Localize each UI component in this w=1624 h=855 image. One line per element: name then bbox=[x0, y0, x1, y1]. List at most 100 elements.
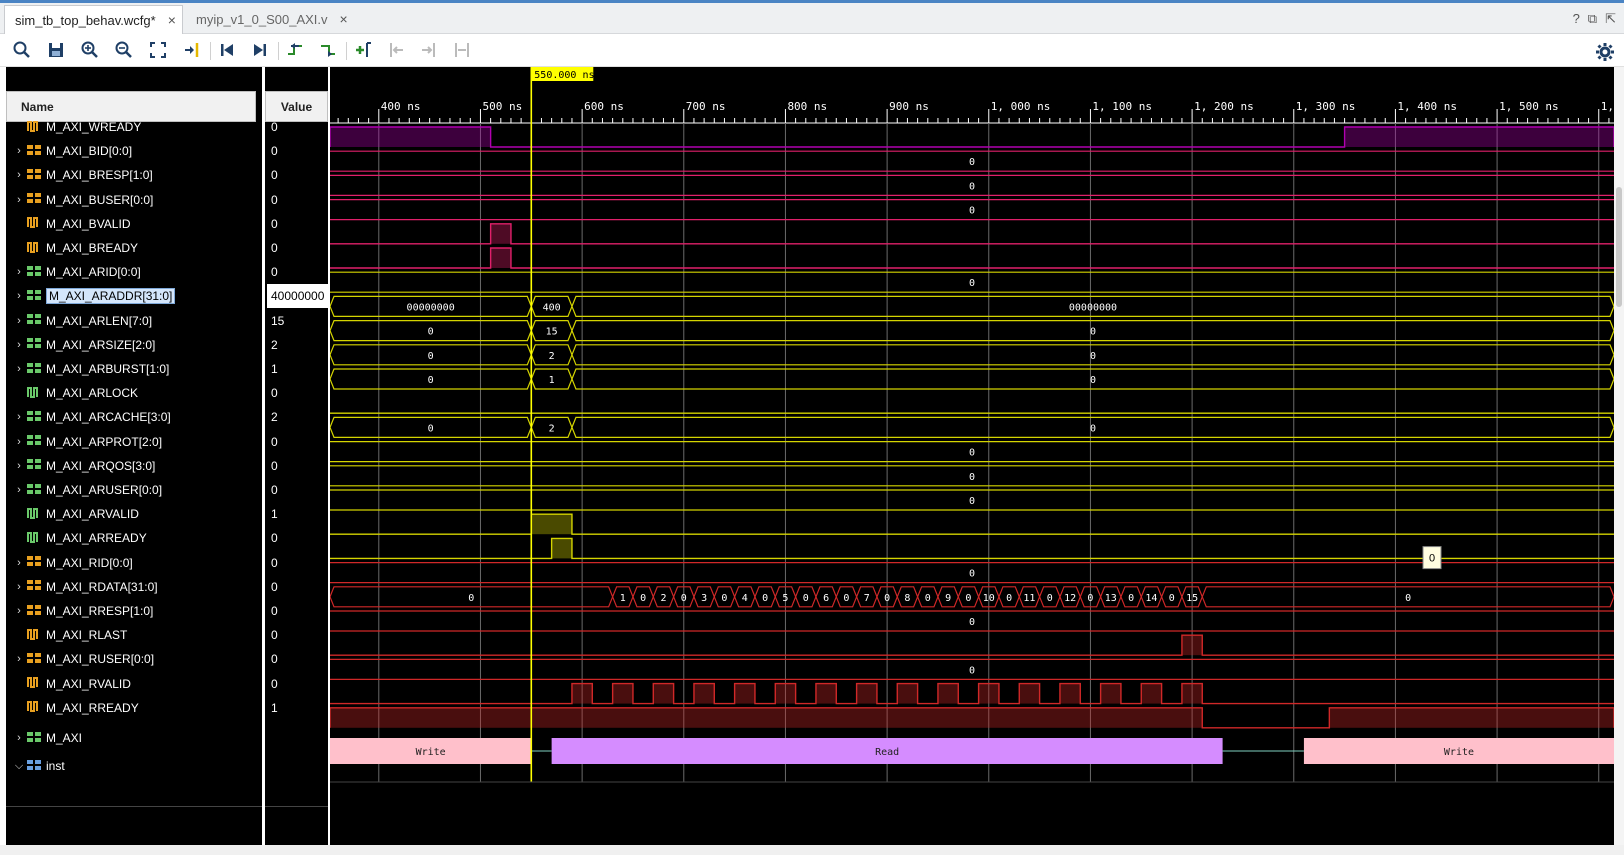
wave-m-axi-bid-0-0[interactable]: 0 bbox=[330, 150, 1614, 172]
signal-row-m-axi[interactable]: › M_AXI bbox=[12, 726, 82, 750]
chevron-right-icon[interactable]: › bbox=[12, 290, 26, 302]
signal-row-m-axi-aruser-0-0[interactable]: › M_AXI_ARUSER[0:0] bbox=[12, 478, 162, 502]
signal-row-m-axi-rdata-31-0[interactable]: › M_AXI_RDATA[31:0] bbox=[12, 575, 157, 599]
chevron-right-icon[interactable]: › bbox=[12, 484, 26, 496]
signal-row-m-axi-arburst-1-0[interactable]: › M_AXI_ARBURST[1:0] bbox=[12, 357, 169, 381]
wave-m-axi-arlen-7-0[interactable]: 0 15 0 bbox=[330, 320, 1614, 342]
wave-m-axi-arvalid[interactable] bbox=[330, 513, 1614, 535]
time-cursor[interactable]: 550.000 ns bbox=[530, 67, 595, 782]
signal-row-m-axi-ruser-0-0[interactable]: › M_AXI_RUSER[0:0] bbox=[12, 647, 154, 671]
chevron-right-icon[interactable]: › bbox=[12, 194, 26, 206]
wave-m-axi-arburst-1-0[interactable]: 0 1 0 bbox=[330, 368, 1614, 390]
signal-row-m-axi-bresp-1-0[interactable]: › M_AXI_BRESP[1:0] bbox=[12, 163, 153, 187]
signal-row-m-axi-arprot-2-0[interactable]: › M_AXI_ARPROT[2:0] bbox=[12, 430, 162, 454]
vertical-scrollbar[interactable] bbox=[1614, 67, 1624, 855]
save-icon[interactable] bbox=[43, 38, 69, 62]
signal-row-m-axi-rready[interactable]: M_AXI_RREADY bbox=[12, 696, 139, 720]
chevron-right-icon[interactable]: › bbox=[12, 732, 26, 744]
chevron-right-icon[interactable]: › bbox=[12, 460, 26, 472]
signal-row-m-axi-bid-0-0[interactable]: › M_AXI_BID[0:0] bbox=[12, 139, 132, 163]
wave-m-axi-wready[interactable] bbox=[330, 126, 1614, 148]
signal-row-m-axi-bvalid[interactable]: M_AXI_BVALID bbox=[12, 212, 130, 236]
signal-row-m-axi-wready[interactable]: M_AXI_WREADY bbox=[12, 115, 141, 139]
maximize-icon[interactable]: ⇱ bbox=[1605, 11, 1616, 27]
wave-m-axi-buser-0-0[interactable]: 0 bbox=[330, 199, 1614, 221]
signal-row-m-axi-rlast[interactable]: M_AXI_RLAST bbox=[12, 623, 127, 647]
zoom-out-icon[interactable] bbox=[111, 38, 137, 62]
time-ruler[interactable]: 400 ns 500 ns 600 ns 700 ns 800 ns 900 ns 1, 0… bbox=[330, 100, 1614, 124]
previous-marker-icon[interactable] bbox=[383, 38, 409, 62]
zoom-in-icon[interactable] bbox=[77, 38, 103, 62]
signal-row-m-axi-rresp-1-0[interactable]: › M_AXI_RRESP[1:0] bbox=[12, 599, 153, 623]
close-icon[interactable]: × bbox=[162, 12, 182, 28]
chevron-right-icon[interactable]: › bbox=[12, 266, 26, 278]
signal-row-m-axi-rid-0-0[interactable]: › M_AXI_RID[0:0] bbox=[12, 551, 133, 575]
signal-row-m-axi-arqos-3-0[interactable]: › M_AXI_ARQOS[3:0] bbox=[12, 454, 155, 478]
chevron-right-icon[interactable]: › bbox=[12, 653, 26, 665]
chevron-right-icon[interactable]: › bbox=[12, 339, 26, 351]
wave-m-axi-arcache-3-0[interactable]: 0 2 0 bbox=[330, 416, 1614, 438]
scrollbar-thumb[interactable] bbox=[1616, 187, 1622, 307]
tab-verilog-source[interactable]: myip_v1_0_S00_AXI.v × bbox=[186, 5, 354, 33]
wave-m-axi-araddr-31-0[interactable]: 00000000 400 00000000 bbox=[330, 295, 1614, 317]
wave-m-axi-aruser-0-0[interactable]: 0 bbox=[330, 489, 1614, 511]
gear-icon[interactable] bbox=[1592, 40, 1618, 64]
wave-m-axi-rlast[interactable] bbox=[330, 634, 1614, 656]
signal-row-m-axi-arid-0-0[interactable]: › M_AXI_ARID[0:0] bbox=[12, 260, 141, 284]
wave-m-axi-arid-0-0[interactable]: 0 bbox=[330, 271, 1614, 293]
chevron-right-icon[interactable]: › bbox=[12, 315, 26, 327]
add-marker-icon[interactable] bbox=[350, 38, 376, 62]
previous-transition-icon[interactable] bbox=[282, 38, 308, 62]
wave-m-axi-rresp-1-0[interactable]: 0 bbox=[330, 610, 1614, 632]
waveform-canvas[interactable]: 400 ns 500 ns 600 ns 700 ns 800 ns 900 ns 1, 0… bbox=[330, 67, 1614, 855]
chevron-right-icon[interactable]: › bbox=[12, 363, 26, 375]
wave-m-axi-rid-0-0[interactable]: 0 bbox=[330, 562, 1614, 584]
chevron-right-icon[interactable]: › bbox=[12, 557, 26, 569]
signal-value: 1 bbox=[271, 362, 278, 376]
bus-value-label: 0 bbox=[969, 472, 975, 483]
go-to-last-time-icon[interactable] bbox=[247, 38, 273, 62]
wave-m-axi-arprot-2-0[interactable]: 0 bbox=[330, 441, 1614, 463]
tab-wcfg[interactable]: sim_tb_top_behav.wcfg* × bbox=[4, 5, 183, 34]
horizontal-scrollbar[interactable] bbox=[0, 845, 1624, 855]
wave-m-axi-rvalid[interactable] bbox=[330, 682, 1614, 705]
go-to-time-0-icon[interactable] bbox=[214, 38, 240, 62]
wave-m-axi-bready[interactable] bbox=[330, 247, 1614, 269]
chevron-down-icon[interactable]: ⌵ bbox=[12, 760, 26, 773]
help-icon[interactable]: ? bbox=[1573, 11, 1580, 27]
signal-row-m-axi-arvalid[interactable]: M_AXI_ARVALID bbox=[12, 502, 139, 526]
wave-m-axi-arqos-3-0[interactable]: 0 bbox=[330, 465, 1614, 487]
restore-icon[interactable]: ⧉ bbox=[1588, 11, 1597, 27]
chevron-right-icon[interactable]: › bbox=[12, 411, 26, 423]
signal-row-m-axi-arready[interactable]: M_AXI_ARREADY bbox=[12, 526, 147, 550]
signal-row-m-axi-bready[interactable]: M_AXI_BREADY bbox=[12, 236, 138, 260]
chevron-right-icon[interactable]: › bbox=[12, 581, 26, 593]
swap-cursors-icon[interactable] bbox=[449, 38, 475, 62]
wave-m-axi-rdata-31-0[interactable]: 0 1 0 2 0 3 0 4 0 5 0 6 0 7 0 8 0 9 0 10 0 11 0 12 0 13 0 14 0 15 0 bbox=[330, 586, 1614, 608]
wave-m-axi-ruser-0-0[interactable]: 0 bbox=[330, 658, 1614, 681]
next-marker-icon[interactable] bbox=[416, 38, 442, 62]
signal-row-m-axi-arcache-3-0[interactable]: › M_AXI_ARCACHE[3:0] bbox=[12, 405, 171, 429]
signal-row-m-axi-rvalid[interactable]: M_AXI_RVALID bbox=[12, 672, 131, 696]
zoom-fit-icon[interactable] bbox=[145, 38, 171, 62]
chevron-right-icon[interactable]: › bbox=[12, 436, 26, 448]
chevron-right-icon[interactable]: › bbox=[12, 169, 26, 181]
signal-row-inst[interactable]: ⌵ inst bbox=[12, 754, 65, 778]
wave-m-axi-arsize-2-0[interactable]: 0 2 0 bbox=[330, 344, 1614, 366]
close-icon[interactable]: × bbox=[334, 11, 354, 27]
go-to-cursor-icon[interactable] bbox=[179, 38, 205, 62]
signal-row-m-axi-arlock[interactable]: M_AXI_ARLOCK bbox=[12, 381, 138, 405]
wave-m-axi[interactable]: Write Read Write bbox=[330, 738, 1614, 764]
next-transition-icon[interactable] bbox=[315, 38, 341, 62]
chevron-right-icon[interactable]: › bbox=[12, 145, 26, 157]
wave-m-axi-rready[interactable] bbox=[330, 707, 1614, 729]
signal-row-m-axi-arlen-7-0[interactable]: › M_AXI_ARLEN[7:0] bbox=[12, 309, 152, 333]
search-icon[interactable] bbox=[9, 38, 35, 62]
signal-row-m-axi-buser-0-0[interactable]: › M_AXI_BUSER[0:0] bbox=[12, 188, 153, 212]
wave-m-axi-arready[interactable] bbox=[330, 537, 1614, 560]
wave-m-axi-bvalid[interactable] bbox=[330, 223, 1614, 245]
signal-row-m-axi-araddr-31-0[interactable]: › M_AXI_ARADDR[31:0] bbox=[12, 284, 176, 308]
signal-row-m-axi-arsize-2-0[interactable]: › M_AXI_ARSIZE[2:0] bbox=[12, 333, 155, 357]
wave-m-axi-bresp-1-0[interactable]: 0 bbox=[330, 174, 1614, 196]
chevron-right-icon[interactable]: › bbox=[12, 605, 26, 617]
